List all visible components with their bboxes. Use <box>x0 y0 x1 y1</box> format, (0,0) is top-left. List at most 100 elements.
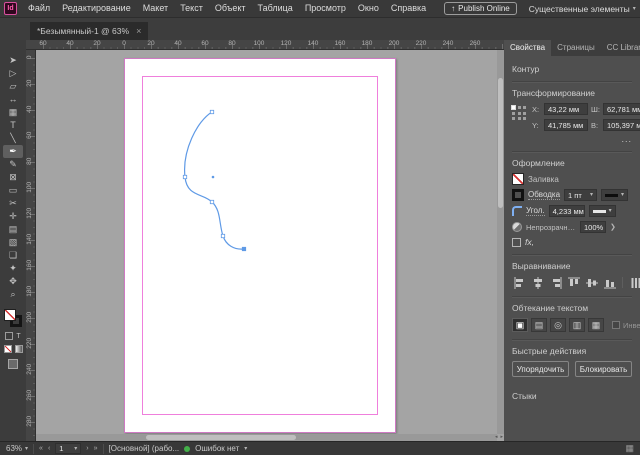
apply-gradient-button[interactable] <box>14 345 23 353</box>
align-top-button[interactable] <box>566 276 581 289</box>
lock-button[interactable]: Блокировать <box>575 361 632 377</box>
menu-item-3[interactable]: Текст <box>174 0 209 17</box>
menu-item-4[interactable]: Объект <box>209 0 252 17</box>
anchor-point[interactable] <box>209 109 215 115</box>
vertical-scrollbar[interactable] <box>497 50 504 434</box>
align-center-h-button[interactable] <box>530 276 545 289</box>
scroll-right-icon[interactable]: ▸ <box>500 435 503 440</box>
document-tab[interactable]: *Безымянный-1 @ 63% × <box>30 22 149 40</box>
fx-button[interactable]: fx, <box>525 237 534 247</box>
transform-more-button[interactable]: ... <box>512 134 632 144</box>
first-page-button[interactable]: « <box>39 445 43 452</box>
chevron-right-icon[interactable]: ❯ <box>610 223 616 231</box>
corner-shape-dropdown[interactable]: ▾ <box>588 205 616 217</box>
pen-tool[interactable]: ✒ <box>3 145 23 158</box>
invert-checkbox[interactable] <box>612 321 620 329</box>
anchor-point[interactable] <box>241 246 247 252</box>
rectangle-frame-tool[interactable]: ⊠ <box>3 171 23 184</box>
workspace-switcher[interactable]: Существенные элементы ▾ <box>529 4 636 14</box>
align-bottom-button[interactable] <box>602 276 617 289</box>
formatting-affects-text-icon[interactable]: T <box>16 333 20 340</box>
menu-item-8[interactable]: Справка <box>385 0 432 17</box>
menu-item-7[interactable]: Окно <box>352 0 385 17</box>
pasteboard[interactable]: ◂ ▸ <box>36 50 504 441</box>
menu-item-2[interactable]: Макет <box>137 0 174 17</box>
hand-tool[interactable]: ✥ <box>3 275 23 288</box>
fill-swatch[interactable] <box>4 309 16 321</box>
line-tool[interactable]: ╲ <box>3 132 23 145</box>
horizontal-ruler[interactable]: 60 40 20 0 20 40 60 80 100 120 140 160 180 200 220 240 2… <box>26 40 504 50</box>
stroke-weight-dropdown[interactable]: 1 пт ▾ <box>564 189 598 201</box>
zoom-tool[interactable]: ⌕ <box>3 288 23 301</box>
x-input[interactable]: 43,22 мм <box>544 103 588 115</box>
pencil-tool[interactable]: ✎ <box>3 158 23 171</box>
panel-tab-0[interactable]: Свойства <box>504 40 552 56</box>
corner-radius-input[interactable]: 4,233 мм <box>548 205 585 217</box>
anchor-point[interactable] <box>182 174 188 180</box>
close-icon[interactable]: × <box>136 26 141 36</box>
indesign-app-icon[interactable]: Id <box>4 2 17 15</box>
document-page[interactable] <box>124 58 396 433</box>
gap-tool[interactable]: ↔ <box>3 93 23 106</box>
wrap-object-shape-button[interactable]: ◎ <box>550 318 566 332</box>
menu-item-1[interactable]: Редактирование <box>56 0 137 17</box>
publish-online-button[interactable]: ↑ Publish Online <box>444 2 517 15</box>
page-number-dropdown[interactable]: 1 ▾ <box>55 443 82 454</box>
opacity-input[interactable]: 100% <box>580 221 606 233</box>
fill-color-swatch[interactable] <box>512 173 524 185</box>
wrap-jump-object-button[interactable]: ▥ <box>569 318 585 332</box>
anchor-point[interactable] <box>209 199 215 205</box>
screen-mode-button[interactable] <box>8 359 18 369</box>
distribute-h-button[interactable] <box>628 276 640 289</box>
vertical-scrollbar-thumb[interactable] <box>498 78 503 208</box>
y-input[interactable]: 41,785 мм <box>544 119 588 131</box>
stroke-link[interactable]: Обводка <box>528 190 561 200</box>
horizontal-scrollbar[interactable] <box>36 434 497 441</box>
scroll-arrows[interactable]: ◂ ▸ <box>495 435 503 440</box>
fill-stroke-proxy[interactable] <box>4 309 22 327</box>
corner-link[interactable]: Угол. <box>526 206 545 216</box>
arrange-button[interactable]: Упорядочить <box>512 361 569 377</box>
stroke-type-dropdown[interactable]: ▾ <box>601 189 629 201</box>
next-page-button[interactable]: › <box>86 445 88 452</box>
object-effects-icon[interactable] <box>512 237 521 247</box>
horizontal-scrollbar-thumb[interactable] <box>146 435 296 440</box>
last-page-button[interactable]: » <box>94 445 98 452</box>
free-transform-tool[interactable]: ✛ <box>3 210 23 223</box>
menu-item-0[interactable]: Файл <box>22 0 56 17</box>
gradient-feather-tool[interactable]: ▧ <box>3 236 23 249</box>
scissors-tool[interactable]: ✂ <box>3 197 23 210</box>
content-collector-tool[interactable]: ▦ <box>3 106 23 119</box>
reference-point-proxy[interactable] <box>511 105 527 121</box>
wrap-bounding-box-button[interactable]: ▤ <box>531 318 547 332</box>
rectangle-tool[interactable]: ▭ <box>3 184 23 197</box>
scroll-left-icon[interactable]: ◂ <box>495 435 498 440</box>
note-tool[interactable]: ❏ <box>3 249 23 262</box>
page-tool[interactable]: ▱ <box>3 80 23 93</box>
resize-grip-icon[interactable]: ▦ <box>625 443 634 454</box>
wrap-jump-next-column-button[interactable]: ▦ <box>588 318 604 332</box>
pen-path[interactable] <box>125 59 395 432</box>
menu-item-6[interactable]: Просмотр <box>299 0 352 17</box>
anchor-point[interactable] <box>220 233 226 239</box>
preflight-status-label[interactable]: Ошибок нет <box>195 444 239 453</box>
width-input[interactable]: 62,781 мм <box>603 103 640 115</box>
align-center-v-button[interactable] <box>584 276 599 289</box>
zoom-level-dropdown[interactable]: 63% ▾ <box>6 444 28 453</box>
height-input[interactable]: 105,397 мм <box>603 119 640 131</box>
panel-tab-1[interactable]: Страницы <box>551 40 601 56</box>
wrap-none-button[interactable]: ▣ <box>512 318 528 332</box>
formatting-affects-container-icon[interactable] <box>5 332 14 340</box>
panel-footer-label[interactable]: Стыки <box>512 391 632 401</box>
vertical-ruler[interactable]: 0 20 40 60 80 100 120 140 160 180 200 220 240 260 280 <box>26 50 36 441</box>
preflight-profile-label[interactable]: [Основной] (рабо... <box>109 444 180 453</box>
direct-selection-tool[interactable]: ▷ <box>3 67 23 80</box>
panel-tab-2[interactable]: CC Librarie <box>601 40 640 56</box>
selection-tool[interactable]: ➤ <box>3 54 23 67</box>
align-right-button[interactable] <box>548 276 563 289</box>
eyedropper-tool[interactable]: ✦ <box>3 262 23 275</box>
previous-page-button[interactable]: ‹ <box>48 445 50 452</box>
menu-item-5[interactable]: Таблица <box>252 0 299 17</box>
apply-none-button[interactable] <box>3 345 12 353</box>
align-left-button[interactable] <box>512 276 527 289</box>
